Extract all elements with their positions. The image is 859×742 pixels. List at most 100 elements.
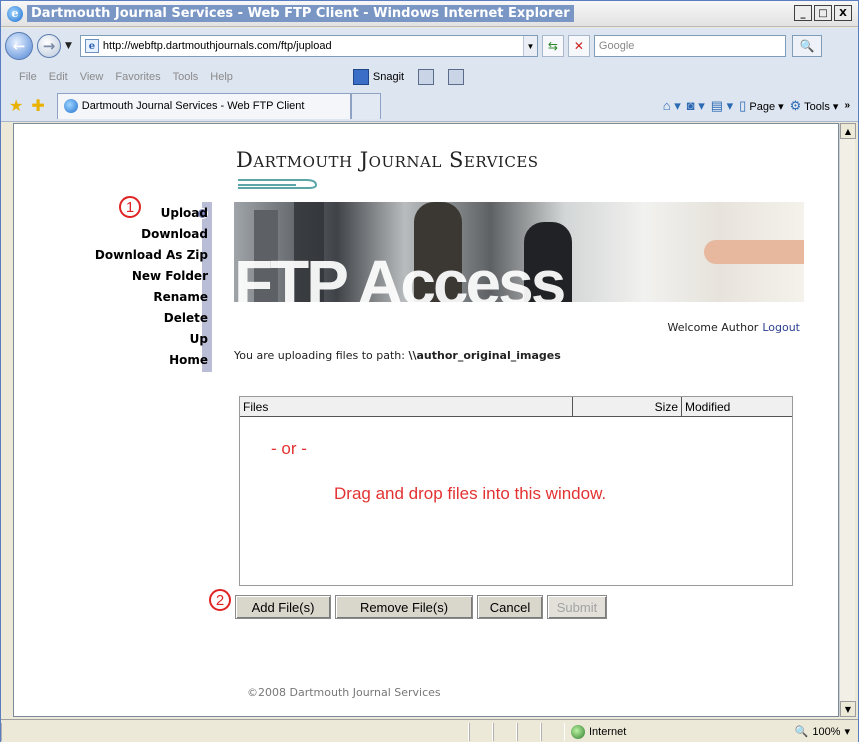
home-icon[interactable]: ⌂ ▾ — [663, 98, 681, 114]
menu-help[interactable]: Help — [204, 71, 239, 83]
cancel-button[interactable]: Cancel — [477, 595, 543, 619]
window-title: Dartmouth Journal Services - Web FTP Cli… — [27, 5, 574, 22]
logout-link[interactable]: Logout — [762, 321, 800, 334]
menu-favorites[interactable]: Favorites — [109, 71, 166, 83]
favorites-tab-bar: ★ ✚ Dartmouth Journal Services - Web FTP… — [1, 90, 858, 122]
path-prefix: You are uploading files to path: — [234, 349, 405, 362]
upload-actions: Add File(s) Remove File(s) Cancel Submit — [235, 595, 607, 619]
chevron-right-icon[interactable]: » — [844, 100, 850, 111]
page-menu[interactable]: ▯ Page ▾ — [739, 98, 784, 114]
ftp-banner: FTP Access — [234, 202, 804, 302]
status-segment — [541, 722, 565, 741]
file-drop-zone[interactable]: Files Size Modified - or - Drag and drop… — [239, 396, 793, 586]
or-separator: - or - — [271, 439, 307, 458]
menu-edit[interactable]: Edit — [43, 71, 74, 83]
browser-window: e Dartmouth Journal Services - Web FTP C… — [0, 0, 859, 742]
upload-path: \\author_original_images — [408, 349, 561, 362]
company-logo: Dartmouth Journal Services — [236, 148, 539, 172]
column-size[interactable]: Size — [573, 397, 682, 417]
welcome-text: Welcome Author — [667, 321, 759, 334]
welcome-bar: Welcome Author Logout — [667, 321, 800, 334]
menu-bar: File Edit View Favorites Tools Help Snag… — [1, 64, 858, 90]
snagit-label: Snagit — [372, 71, 405, 83]
add-files-button[interactable]: Add File(s) — [235, 595, 331, 619]
sidebar-item-download-zip[interactable]: Download As Zip — [95, 248, 208, 262]
upload-path-line: You are uploading files to path: \\autho… — [234, 349, 561, 362]
banner-hand — [704, 240, 804, 264]
snagit-button[interactable]: Snagit — [352, 69, 405, 85]
remove-files-button[interactable]: Remove File(s) — [335, 595, 473, 619]
history-dropdown-icon[interactable]: ▼ — [65, 41, 72, 51]
minimize-button[interactable]: _ — [794, 5, 812, 21]
sidebar-item-delete[interactable]: Delete — [164, 311, 208, 325]
security-zone[interactable]: Internet — [565, 724, 713, 739]
column-modified[interactable]: Modified — [682, 397, 792, 417]
status-segment — [469, 722, 493, 741]
status-text-area — [1, 722, 469, 741]
step-2-badge: 2 — [209, 589, 231, 611]
sidebar-nav: Upload Download Download As Zip New Fold… — [74, 202, 214, 372]
sidebar-item-new-folder[interactable]: New Folder — [132, 269, 208, 283]
banner-title: FTP Access — [234, 247, 566, 302]
step-1-badge: 1 — [119, 196, 141, 218]
address-dropdown-icon[interactable]: ▼ — [522, 36, 537, 56]
sidebar-item-rename[interactable]: Rename — [153, 290, 208, 304]
vertical-scrollbar[interactable]: ▲ ▼ — [839, 123, 856, 717]
sidebar-item-up[interactable]: Up — [190, 332, 208, 346]
sidebar-item-download[interactable]: Download — [141, 227, 208, 241]
title-bar: e Dartmouth Journal Services - Web FTP C… — [1, 1, 858, 27]
snagit-icon — [352, 69, 369, 85]
search-input[interactable]: Google — [593, 35, 786, 57]
ie-logo-icon: e — [7, 5, 23, 22]
status-segment — [493, 722, 517, 741]
zoom-icon: 🔍 — [794, 726, 809, 738]
capture-region-icon[interactable] — [448, 69, 465, 85]
back-button[interactable]: ← — [5, 32, 33, 60]
maximize-button[interactable]: □ — [814, 5, 832, 21]
tab-active[interactable]: Dartmouth Journal Services - Web FTP Cli… — [56, 92, 351, 119]
menu-file[interactable]: File — [13, 71, 43, 83]
search-button[interactable]: 🔍 — [791, 35, 822, 57]
submit-button: Submit — [547, 595, 607, 619]
logo-swoosh-icon — [238, 179, 318, 189]
scroll-up-icon[interactable]: ▲ — [840, 123, 856, 139]
file-list-header: Files Size Modified — [240, 397, 792, 417]
status-bar: Internet 🔍 100% ▾ — [1, 719, 858, 742]
feeds-icon[interactable]: ◙ ▾ — [687, 98, 705, 114]
tools-gear-icon: ⚙ — [789, 97, 802, 113]
page-icon: e — [84, 39, 99, 53]
column-files[interactable]: Files — [240, 397, 573, 417]
page-content: Dartmouth Journal Services Upload Downlo… — [13, 123, 839, 717]
copyright: ©2008 Dartmouth Journal Services — [247, 686, 441, 699]
sidebar-item-upload[interactable]: Upload — [161, 206, 208, 220]
status-segment — [517, 722, 541, 741]
new-tab-button[interactable] — [350, 92, 381, 119]
window-controls: _ □ X — [794, 5, 852, 21]
menu-tools[interactable]: Tools — [167, 71, 205, 83]
drag-drop-hint: Drag and drop files into this window. — [334, 484, 607, 503]
add-favorite-icon[interactable]: ✚ — [31, 96, 44, 115]
internet-globe-icon — [571, 724, 585, 739]
close-button[interactable]: X — [834, 5, 852, 21]
zoom-control[interactable]: 🔍 100% ▾ — [794, 725, 850, 739]
address-url: http://webftp.dartmouthjournals.com/ftp/… — [102, 40, 332, 52]
forward-button[interactable]: → — [37, 34, 61, 58]
sidebar-item-home[interactable]: Home — [169, 353, 208, 367]
favorites-star-icon[interactable]: ★ — [9, 96, 23, 115]
command-bar: ⌂ ▾ ◙ ▾ ▤ ▾ ▯ Page ▾ ⚙ Tools ▾ » — [663, 98, 850, 114]
refresh-button[interactable]: ⇆ — [541, 35, 564, 57]
capture-window-icon[interactable] — [418, 69, 435, 85]
tab-ie-icon — [63, 99, 78, 113]
address-toolbar: ← → ▼ e http://webftp.dartmouthjournals.… — [1, 28, 858, 64]
zoom-dropdown-icon: ▾ — [844, 726, 850, 738]
zone-label: Internet — [589, 725, 627, 738]
page-menu-icon: ▯ — [739, 97, 747, 113]
menu-view[interactable]: View — [74, 71, 110, 83]
print-icon[interactable]: ▤ ▾ — [711, 98, 733, 114]
zoom-level: 100% — [812, 725, 841, 738]
tab-title: Dartmouth Journal Services - Web FTP Cli… — [81, 100, 305, 112]
tools-menu[interactable]: ⚙ Tools ▾ — [790, 98, 839, 114]
stop-button[interactable]: ✕ — [567, 35, 590, 57]
address-input[interactable]: e http://webftp.dartmouthjournals.com/ft… — [79, 35, 538, 57]
scroll-down-icon[interactable]: ▼ — [840, 701, 856, 717]
